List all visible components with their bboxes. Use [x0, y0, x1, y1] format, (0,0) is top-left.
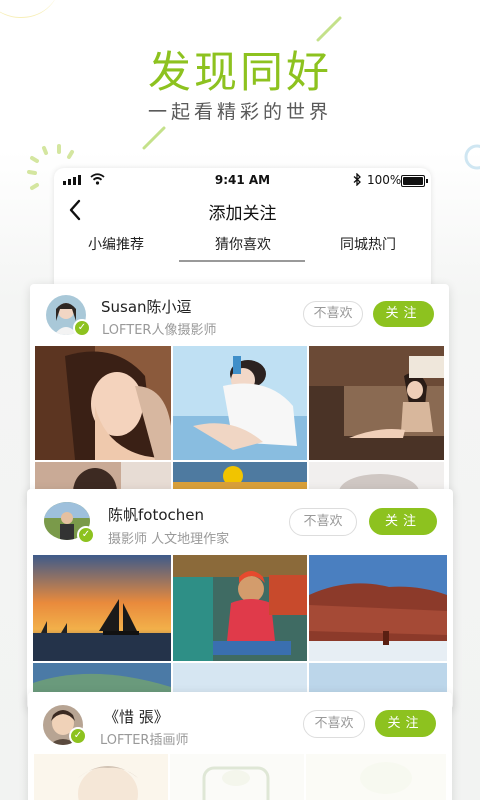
- photo-thumbnail[interactable]: [173, 346, 307, 460]
- user-name[interactable]: 《惜 張》: [104, 706, 169, 727]
- photo-thumbnail[interactable]: [173, 555, 307, 661]
- verified-badge-icon: ✓: [73, 319, 91, 337]
- user-name[interactable]: 陈帆fotochen: [108, 504, 204, 525]
- dislike-button[interactable]: 不喜欢: [303, 710, 365, 738]
- user-description: LOFTER插画师: [100, 733, 189, 748]
- follow-button[interactable]: 关注: [373, 301, 434, 327]
- battery-icon: [401, 175, 428, 187]
- verified-badge-icon: ✓: [77, 526, 95, 544]
- dislike-button[interactable]: 不喜欢: [303, 301, 363, 327]
- photo-thumbnail[interactable]: [170, 754, 304, 800]
- photo-thumbnail[interactable]: [34, 754, 168, 800]
- battery-percent: 100%: [367, 173, 402, 187]
- active-tab-indicator: [179, 260, 305, 262]
- moon-decoration-icon: [0, 0, 55, 19]
- user-description: 摄影师 人文地理作家: [108, 532, 230, 547]
- tab-local-popular[interactable]: 同城热门: [340, 234, 396, 254]
- ring-decoration-icon: [464, 144, 480, 170]
- photo-thumbnail[interactable]: [33, 555, 171, 661]
- photo-thumbnail[interactable]: [306, 754, 446, 800]
- dislike-button[interactable]: 不喜欢: [289, 508, 357, 536]
- tab-editor-picks[interactable]: 小编推荐: [88, 234, 144, 254]
- verified-badge-icon: ✓: [69, 727, 87, 745]
- recommended-user-card: ✓ 陈帆fotochen 摄影师 人文地理作家 不喜欢 关注: [27, 489, 453, 709]
- tab-guess-you-like[interactable]: 猜你喜欢: [215, 234, 271, 254]
- bluetooth-icon: [353, 173, 361, 186]
- photo-thumbnail[interactable]: [35, 346, 171, 460]
- recommended-user-card: ✓ Susan陈小逗 LOFTER人像摄影师 不喜欢 关注: [30, 284, 449, 504]
- status-bar: 9:41 AM 100%: [54, 168, 431, 192]
- photo-thumbnail[interactable]: [309, 346, 444, 460]
- headline: 发现同好: [148, 48, 332, 98]
- tab-bar: 小编推荐 猜你喜欢 同城热门: [54, 234, 431, 264]
- follow-button[interactable]: 关注: [369, 508, 437, 535]
- photo-thumbnail[interactable]: [309, 555, 447, 661]
- page-title: 添加关注: [208, 204, 277, 224]
- recommended-user-card: ✓ 《惜 張》 LOFTER插画师 不喜欢 关注: [28, 692, 452, 800]
- app-store-screenshot: 发现同好 一起看精彩的世界 9:41 AM 100% 添加关注 小编推荐 猜你喜…: [0, 0, 480, 800]
- subheadline: 一起看精彩的世界: [147, 101, 332, 123]
- user-description: LOFTER人像摄影师: [102, 323, 217, 338]
- user-name[interactable]: Susan陈小逗: [101, 296, 192, 317]
- sparkle-stroke-icon: [142, 126, 166, 150]
- phone-mockup: 9:41 AM 100% 添加关注 小编推荐 猜你喜欢 同城热门: [54, 168, 431, 288]
- follow-button[interactable]: 关注: [375, 710, 436, 737]
